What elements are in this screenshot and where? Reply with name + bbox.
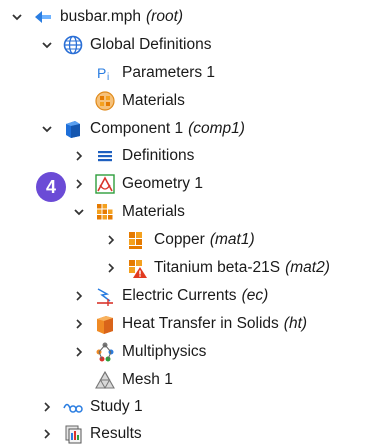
chevron-down-icon[interactable] [40, 35, 54, 55]
globe-icon [62, 34, 84, 56]
chevron-right-icon[interactable] [72, 286, 86, 306]
component-icon [62, 118, 84, 140]
tree-row-titanium[interactable]: Titanium beta-21S (mat2) [104, 255, 330, 281]
tree-label: Parameters 1 [122, 64, 216, 81]
chevron-right-icon[interactable] [72, 342, 86, 362]
tree-row-materials[interactable]: Materials [72, 199, 185, 225]
tree-label: Study 1 [90, 398, 143, 415]
material-icon [126, 229, 148, 251]
material-warning-icon [126, 257, 148, 279]
mesh-icon [94, 369, 116, 391]
tree-row-global-definitions[interactable]: Global Definitions [40, 32, 211, 58]
tree-row-component[interactable]: Component 1 (comp1) [40, 116, 245, 142]
tree-tag: (ht) [283, 315, 308, 332]
tree-tag: (ec) [241, 287, 269, 304]
tree-tag: (comp1) [188, 120, 245, 137]
chevron-down-icon[interactable] [10, 7, 24, 27]
chevron-right-icon[interactable] [72, 314, 86, 334]
chevron-down-icon[interactable] [40, 119, 54, 139]
tree-label: Titanium beta-21S [154, 259, 281, 276]
tree-row-parameters[interactable]: Pi Parameters 1 [72, 60, 215, 86]
global-materials-icon [94, 90, 116, 112]
svg-text:i: i [107, 72, 109, 83]
tree-row-multiphysics[interactable]: Multiphysics [72, 339, 206, 365]
tree-tag: (mat1) [209, 231, 255, 248]
chevron-down-icon[interactable] [72, 202, 86, 222]
tree-row-definitions[interactable]: Definitions [72, 143, 194, 169]
tree-tag: (root) [146, 8, 184, 25]
tree-row-global-materials[interactable]: Materials [72, 88, 185, 114]
model-file-icon [32, 6, 54, 28]
tree-label: Materials [122, 203, 185, 220]
tree-label: Global Definitions [90, 36, 212, 53]
tree-label: Materials [122, 92, 185, 109]
tree-row-root[interactable]: busbar.mph (root) [10, 4, 183, 30]
tree-row-electric-currents[interactable]: Electric Currents (ec) [72, 283, 268, 309]
tree-label: busbar.mph [60, 8, 141, 25]
electric-currents-icon [94, 285, 116, 307]
results-icon [62, 423, 84, 445]
tree-row-mesh[interactable]: Mesh 1 [72, 367, 173, 393]
definitions-icon [94, 145, 116, 167]
tree-row-results[interactable]: Results [40, 421, 142, 447]
chevron-right-icon[interactable] [72, 174, 86, 194]
study-icon [62, 396, 84, 418]
materials-icon [94, 201, 116, 223]
step-badge: 4 [36, 172, 66, 202]
tree-label: Multiphysics [122, 343, 207, 360]
tree-row-study[interactable]: Study 1 [40, 394, 143, 420]
tree-label: Definitions [122, 147, 195, 164]
tree-row-heat-transfer[interactable]: Heat Transfer in Solids (ht) [72, 311, 307, 337]
chevron-right-icon[interactable] [104, 230, 118, 250]
tree-label: Heat Transfer in Solids [122, 315, 279, 332]
svg-text:P: P [97, 65, 106, 81]
tree-label: Mesh 1 [122, 371, 173, 388]
tree-row-copper[interactable]: Copper (mat1) [104, 227, 255, 253]
chevron-right-icon[interactable] [72, 146, 86, 166]
geometry-icon [94, 173, 116, 195]
heat-transfer-icon [94, 313, 116, 335]
tree-row-geometry[interactable]: Geometry 1 [72, 171, 203, 197]
chevron-right-icon[interactable] [104, 258, 118, 278]
tree-label: Component 1 [90, 120, 184, 137]
parameters-icon: Pi [94, 62, 116, 84]
tree-label: Results [90, 425, 142, 442]
tree-label: Copper [154, 231, 205, 248]
tree-tag: (mat2) [285, 259, 330, 276]
chevron-right-icon[interactable] [40, 424, 54, 444]
tree-label: Electric Currents [122, 287, 237, 304]
tree-label: Geometry 1 [122, 175, 203, 192]
chevron-right-icon[interactable] [40, 397, 54, 417]
multiphysics-icon [94, 341, 116, 363]
